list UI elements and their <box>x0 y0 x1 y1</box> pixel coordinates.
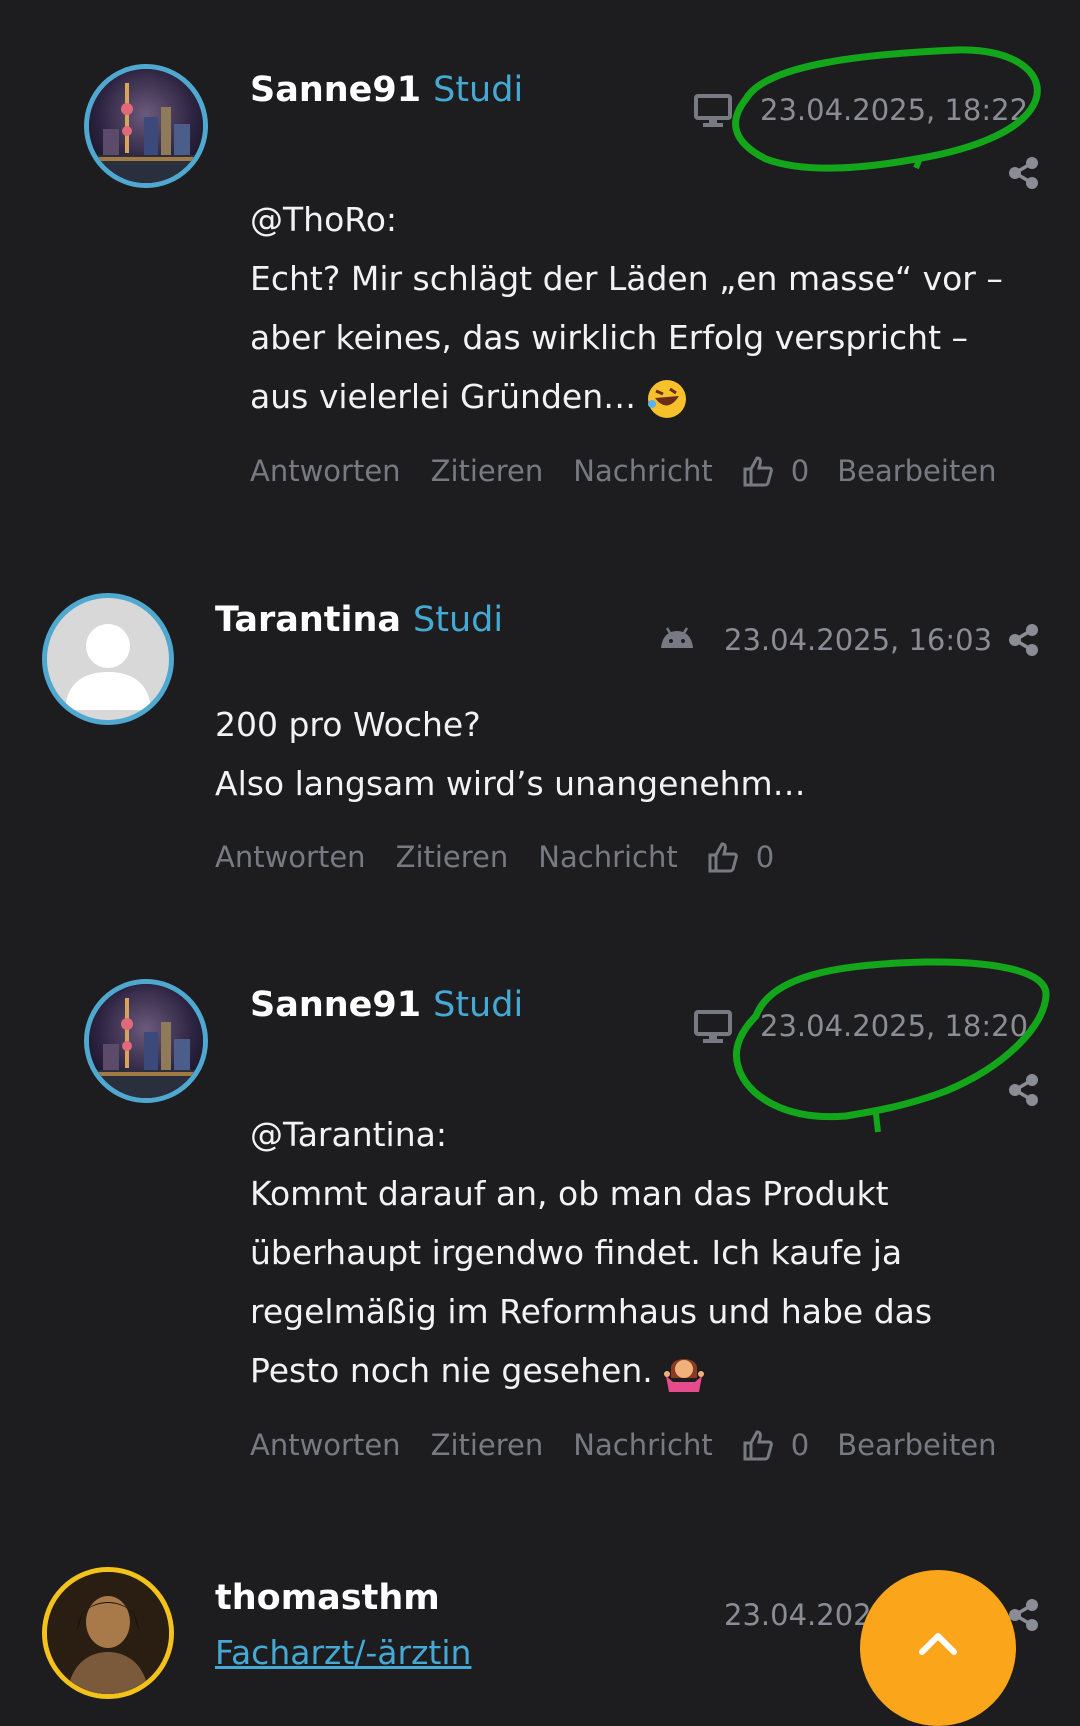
avatar[interactable] <box>84 64 208 188</box>
avatar[interactable] <box>42 1567 174 1699</box>
quote-button[interactable]: Zitieren <box>431 1428 544 1462</box>
chevron-up-icon <box>919 1633 957 1655</box>
like-count: 0 <box>790 454 810 488</box>
portrait-image <box>47 1572 169 1694</box>
like-button[interactable]: 0 <box>743 1428 809 1462</box>
reply-button[interactable]: Antworten <box>250 454 401 488</box>
post-line: Echt? Mir schlägt der Läden „en masse“ v… <box>250 259 1003 298</box>
username[interactable]: Sanne91 <box>250 985 421 1025</box>
edit-button[interactable]: Bearbeiten <box>837 454 996 488</box>
city-skyline-image <box>89 984 203 1098</box>
scroll-to-top-button[interactable] <box>860 1570 1016 1726</box>
city-skyline-image <box>89 69 203 183</box>
username[interactable]: Sanne91 <box>250 70 421 110</box>
post-line: überhaupt irgendwo findet. Ich kaufe ja <box>250 1233 903 1272</box>
like-count: 0 <box>790 1428 810 1462</box>
post-line: Pesto noch nie gesehen. <box>250 1351 653 1390</box>
message-button[interactable]: Nachricht <box>538 840 677 874</box>
post-date[interactable]: 23.04.202 <box>724 1598 872 1632</box>
android-icon <box>661 627 693 648</box>
post-body: @ThoRo: Echt? Mir schlägt der Läden „en … <box>250 190 1003 426</box>
user-role: Studi <box>413 600 504 640</box>
username[interactable]: Tarantina <box>215 600 401 640</box>
post-line: 200 pro Woche? <box>215 705 481 744</box>
post-actions: Antworten Zitieren Nachricht 0 <box>215 840 802 874</box>
thumbs-up-icon <box>743 456 773 487</box>
like-button[interactable]: 0 <box>708 840 774 874</box>
post-actions: Antworten Zitieren Nachricht 0 Bearbeite… <box>250 1428 1027 1462</box>
post-body: @Tarantina: Kommt darauf an, ob man das … <box>250 1105 932 1400</box>
avatar[interactable] <box>84 979 208 1103</box>
username[interactable]: thomasthm <box>215 1578 440 1618</box>
quote-button[interactable]: Zitieren <box>396 840 509 874</box>
post-line: @Tarantina: <box>250 1115 447 1154</box>
post-line: aus vielerlei Gründen… <box>250 377 637 416</box>
share-icon[interactable] <box>1008 156 1040 190</box>
post-line-with-emoji: Pesto noch nie gesehen. <box>250 1341 932 1400</box>
post-line-with-emoji: aus vielerlei Gründen… <box>250 367 1003 426</box>
post-line: @ThoRo: <box>250 200 398 239</box>
post-line: aber keines, das wirklich Erfolg verspri… <box>250 318 968 357</box>
message-button[interactable]: Nachricht <box>573 1428 712 1462</box>
post-body: 200 pro Woche? Also langsam wird’s unang… <box>215 695 806 813</box>
message-button[interactable]: Nachricht <box>573 454 712 488</box>
quote-button[interactable]: Zitieren <box>431 454 544 488</box>
avatar[interactable] <box>42 593 174 725</box>
like-count: 0 <box>755 840 775 874</box>
edit-button[interactable]: Bearbeiten <box>837 1428 996 1462</box>
user-role: Studi <box>433 985 524 1025</box>
thumbs-up-icon <box>708 842 738 873</box>
post-line: Kommt darauf an, ob man das Produkt <box>250 1174 889 1213</box>
default-user-icon <box>65 624 151 710</box>
post-line: Also langsam wird’s unangenehm… <box>215 764 806 803</box>
reply-button[interactable]: Antworten <box>215 840 366 874</box>
post-line: regelmäßig im Reformhaus und habe das <box>250 1292 933 1331</box>
share-icon[interactable] <box>1008 623 1040 657</box>
shrug-emoji <box>663 1358 704 1392</box>
post-date[interactable]: 23.04.2025, 16:03 <box>724 623 992 657</box>
rofl-emoji <box>648 379 687 418</box>
reply-button[interactable]: Antworten <box>250 1428 401 1462</box>
highlight-circle <box>732 46 1041 172</box>
like-button[interactable]: 0 <box>743 454 809 488</box>
user-role: Studi <box>433 70 524 110</box>
share-icon[interactable] <box>1008 1073 1040 1107</box>
post-actions: Antworten Zitieren Nachricht 0 Bearbeite… <box>250 454 1027 488</box>
user-role: Facharzt/-ärztin <box>215 1633 472 1672</box>
thumbs-up-icon <box>743 1430 773 1461</box>
